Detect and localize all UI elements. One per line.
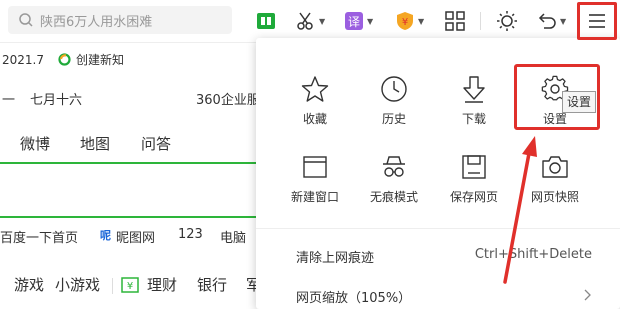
red-arrow-annotation xyxy=(503,136,537,284)
